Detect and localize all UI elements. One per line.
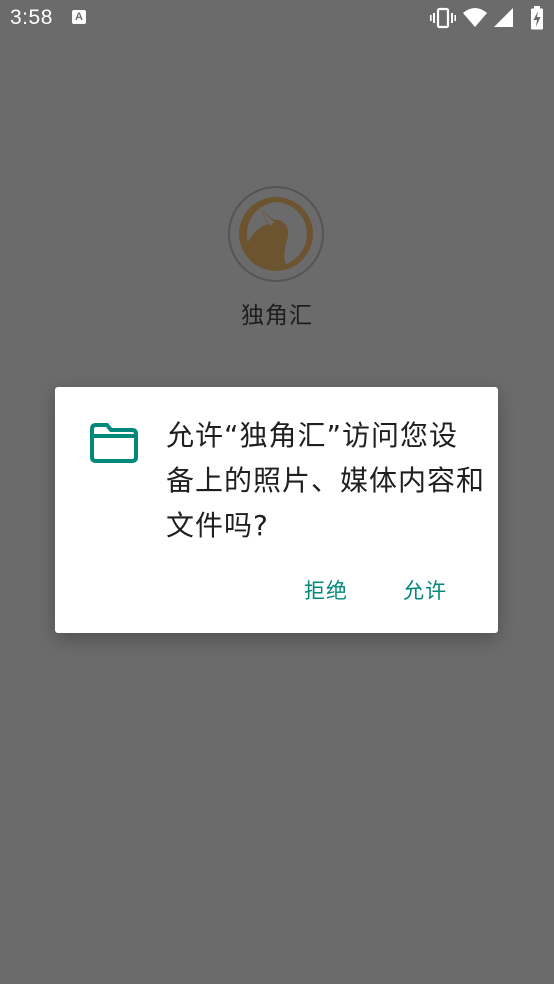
vibrate-icon (430, 7, 456, 29)
status-time: 3:58 (10, 6, 53, 29)
permission-dialog: 允许“独角汇”访问您设备上的照片、媒体内容和文件吗? 拒绝 允许 (55, 387, 498, 633)
allow-button[interactable]: 允许 (403, 575, 447, 605)
app-logo (228, 186, 324, 282)
status-bar: 3:58 A (0, 0, 554, 38)
unicorn-logo (239, 197, 313, 271)
a-icon: A (72, 10, 86, 24)
app-name: 独角汇 (241, 303, 313, 329)
battery-charging-icon (531, 6, 543, 30)
wifi-icon (463, 8, 487, 27)
permission-message: 允许“独角汇”访问您设备上的照片、媒体内容和文件吗? (166, 419, 486, 542)
deny-button[interactable]: 拒绝 (304, 575, 348, 605)
folder-icon (90, 423, 138, 463)
signal-icon (494, 8, 513, 27)
